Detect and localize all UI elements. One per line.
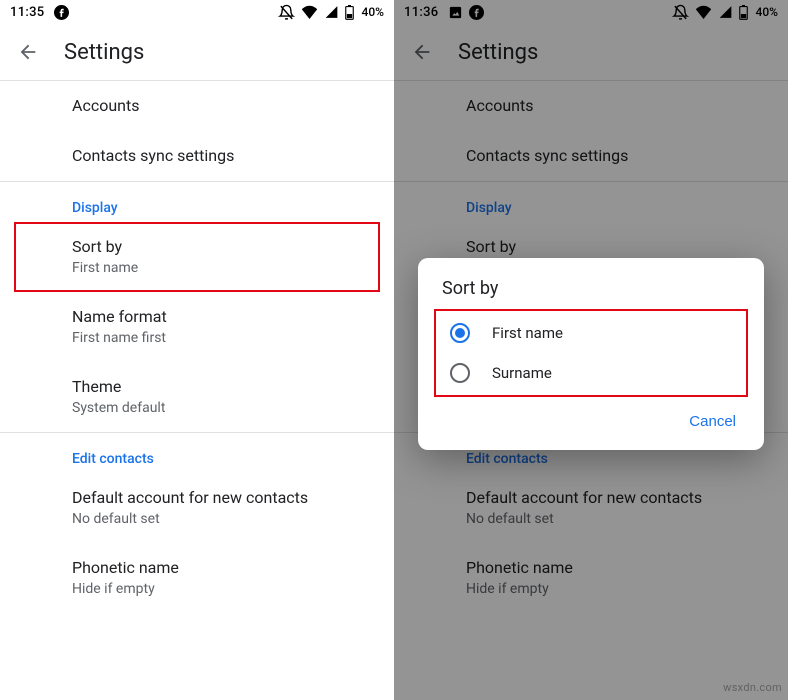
- item-label: Default account for new contacts: [72, 487, 374, 509]
- item-label: Theme: [72, 376, 374, 398]
- radio-option-surname[interactable]: Surname: [434, 353, 748, 393]
- clock: 11:36: [404, 5, 438, 20]
- contacts-sync-item[interactable]: Contacts sync settings: [394, 131, 788, 181]
- wifi-icon: [695, 5, 712, 19]
- item-value: Hide if empty: [72, 579, 374, 599]
- item-value: First name first: [72, 328, 374, 348]
- item-label: Default account for new contacts: [466, 487, 768, 509]
- radio-option-first-name[interactable]: First name: [434, 313, 748, 353]
- back-button[interactable]: [410, 40, 434, 64]
- arrow-back-icon: [17, 41, 39, 63]
- page-title: Settings: [458, 40, 538, 65]
- item-value: No default set: [72, 509, 374, 529]
- dialog-actions: Cancel: [418, 397, 764, 442]
- contacts-sync-item[interactable]: Contacts sync settings: [0, 131, 394, 181]
- status-bar: 11:36 40%: [394, 0, 788, 24]
- accounts-item[interactable]: Accounts: [394, 81, 788, 131]
- item-label: Contacts sync settings: [72, 145, 374, 167]
- battery-icon: [739, 5, 748, 20]
- default-account-item[interactable]: Default account for new contacts No defa…: [0, 473, 394, 543]
- display-section-header: Display: [0, 182, 394, 222]
- phone-right: 11:36 40%: [394, 0, 788, 700]
- item-label: Accounts: [72, 95, 374, 117]
- name-format-item[interactable]: Name format First name first: [0, 292, 394, 362]
- radio-label: Surname: [492, 364, 552, 382]
- dialog-options: First name Surname: [434, 309, 748, 397]
- item-value: First name: [72, 258, 360, 278]
- signal-icon: [324, 5, 339, 19]
- sort-by-item[interactable]: Sort by First name: [14, 222, 380, 292]
- page-title: Settings: [64, 40, 144, 65]
- status-bar: 11:35 40%: [0, 0, 394, 24]
- display-section-header: Display: [394, 182, 788, 222]
- phonetic-name-item[interactable]: Phonetic name Hide if empty: [394, 543, 788, 613]
- item-label: Phonetic name: [466, 557, 768, 579]
- settings-list: Accounts Contacts sync settings Display …: [0, 81, 394, 613]
- watermark: wsxdn.com: [723, 681, 782, 694]
- item-label: Sort by: [466, 236, 768, 258]
- sort-by-dialog: Sort by First name Surname Cancel: [418, 258, 764, 450]
- accounts-item[interactable]: Accounts: [0, 81, 394, 131]
- bell-off-icon: [278, 4, 295, 21]
- radio-unchecked-icon: [450, 363, 470, 383]
- radio-label: First name: [492, 324, 563, 342]
- item-label: Name format: [72, 306, 374, 328]
- arrow-back-icon: [411, 41, 433, 63]
- clock: 11:35: [10, 5, 44, 20]
- back-button[interactable]: [16, 40, 40, 64]
- item-value: Hide if empty: [466, 579, 768, 599]
- app-bar: Settings: [0, 24, 394, 80]
- item-label: Phonetic name: [72, 557, 374, 579]
- image-icon: [448, 5, 463, 20]
- cancel-button[interactable]: Cancel: [681, 407, 744, 436]
- battery-percent: 40%: [756, 5, 778, 19]
- facebook-icon: [469, 5, 484, 20]
- theme-item[interactable]: Theme System default: [0, 362, 394, 432]
- edit-contacts-section-header: Edit contacts: [0, 433, 394, 473]
- item-label: Contacts sync settings: [466, 145, 768, 167]
- item-value: No default set: [466, 509, 768, 529]
- item-label: Sort by: [72, 236, 360, 258]
- facebook-icon: [54, 5, 69, 20]
- phone-left: 11:35 40% Settings: [0, 0, 394, 700]
- wifi-icon: [301, 5, 318, 19]
- bell-off-icon: [672, 4, 689, 21]
- battery-icon: [345, 5, 354, 20]
- radio-checked-icon: [450, 323, 470, 343]
- app-bar: Settings: [394, 24, 788, 80]
- default-account-item[interactable]: Default account for new contacts No defa…: [394, 473, 788, 543]
- battery-percent: 40%: [362, 5, 384, 19]
- phonetic-name-item[interactable]: Phonetic name Hide if empty: [0, 543, 394, 613]
- signal-icon: [718, 5, 733, 19]
- dialog-title: Sort by: [418, 278, 764, 309]
- item-value: System default: [72, 398, 374, 418]
- item-label: Accounts: [466, 95, 768, 117]
